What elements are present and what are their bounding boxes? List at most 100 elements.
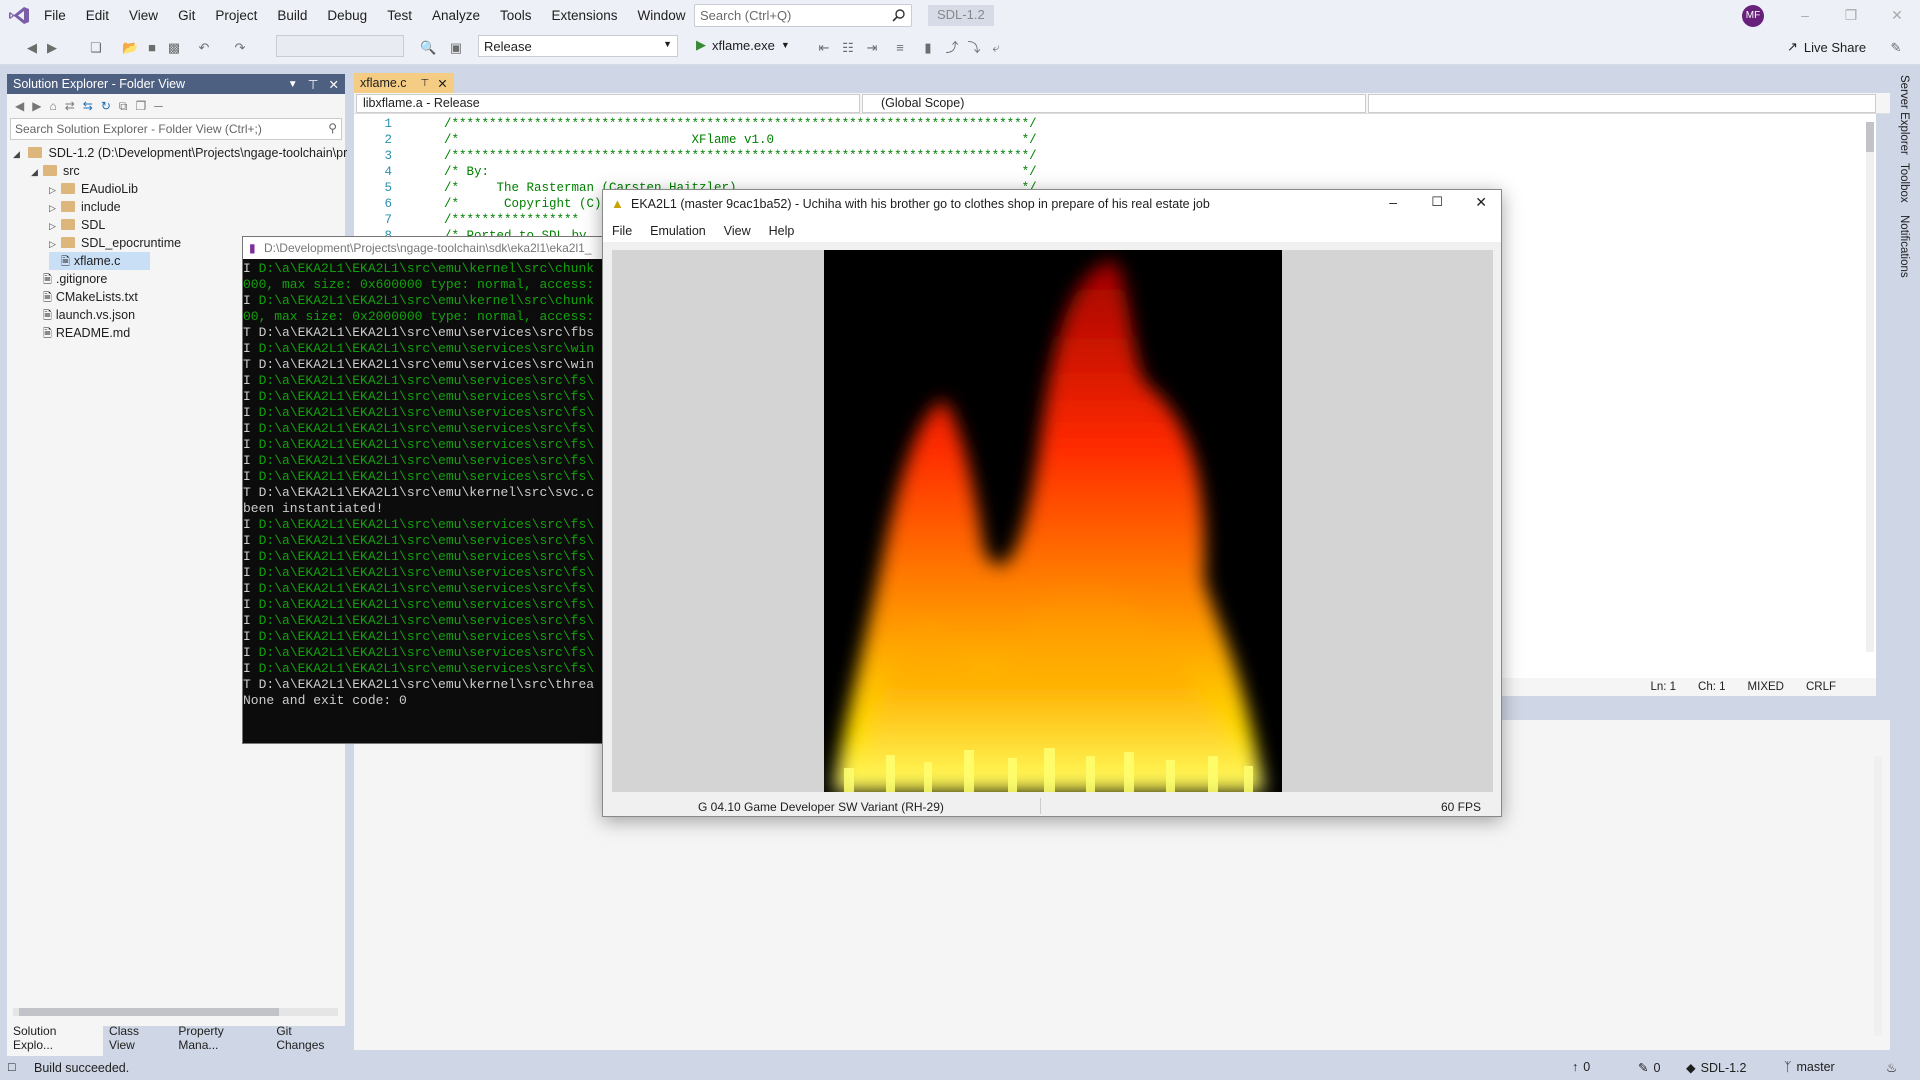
step-icon[interactable]: ⇤ (816, 40, 832, 56)
bookmark-clear-icon[interactable]: ⤶ (988, 40, 1004, 56)
member-dropdown[interactable] (1368, 94, 1876, 113)
undo-icon[interactable]: ↶ (196, 40, 212, 56)
minimize-icon[interactable]: – (1782, 0, 1828, 31)
menu-item-edit[interactable]: Edit (76, 0, 119, 31)
solution-tab[interactable]: Solution Explo... (7, 1020, 104, 1056)
new-project-icon[interactable]: ❏ (88, 40, 104, 56)
console-line: None and exit code: 0 (243, 693, 407, 709)
horizontal-scrollbar[interactable] (13, 1008, 338, 1016)
menu-item-tools[interactable]: Tools (490, 0, 542, 31)
indent-icon[interactable]: ⇥ (864, 40, 880, 56)
menu-item-project[interactable]: Project (205, 0, 267, 31)
tree-item[interactable]: ◢ src (31, 162, 80, 180)
line-ending[interactable]: CRLF (1806, 681, 1836, 693)
screenshot-icon[interactable]: ▣ (448, 40, 464, 56)
find-in-files-icon[interactable]: 🔍 (420, 40, 436, 56)
menu-item-analyze[interactable]: Analyze (422, 0, 490, 31)
unpushed-commits[interactable]: ↑ 0 (1572, 1060, 1590, 1074)
feedback-icon[interactable]: ✎ (1888, 40, 1904, 56)
properties-icon[interactable]: ─ (154, 99, 163, 113)
output-icon[interactable]: □ (8, 1060, 16, 1074)
tree-item[interactable]: 🗎 CMakeLists.txt (31, 288, 138, 306)
tree-item[interactable]: ▷ include (49, 198, 121, 216)
branch-selector[interactable]: ᛉ master (1784, 1060, 1835, 1074)
project-scope-dropdown[interactable]: libxflame.a - Release (356, 94, 860, 113)
close-icon[interactable]: ✕ (1874, 0, 1920, 31)
tree-item[interactable]: ▷ EAudioLib (49, 180, 138, 198)
menu-item-git[interactable]: Git (168, 0, 205, 31)
pin-icon[interactable]: ⊤ (308, 77, 319, 92)
maximize-icon[interactable]: ☐ (1431, 194, 1443, 210)
bookmark-icon[interactable]: ▮ (920, 40, 936, 56)
switch-views-icon[interactable]: ⇄ (65, 99, 75, 113)
close-icon[interactable]: ✕ (329, 77, 339, 92)
scope-dropdown[interactable]: (Global Scope) (862, 94, 1366, 113)
comment-icon[interactable]: ≡ (892, 40, 908, 56)
tree-item[interactable]: 🗎 xflame.c (49, 252, 151, 270)
solution-config-dropdown[interactable] (276, 35, 404, 57)
minimize-icon[interactable]: – (1389, 194, 1397, 210)
menu-item-build[interactable]: Build (267, 0, 317, 31)
refresh-icon[interactable]: ↻ (101, 99, 111, 113)
menu-item-file[interactable]: File (34, 0, 76, 31)
tree-item[interactable]: ▷ SDL_epocruntime (49, 234, 181, 252)
tree-item[interactable]: ▷ SDL (49, 216, 105, 234)
bookmark-prev-icon[interactable]: ⤴ (944, 40, 960, 56)
emulator-menu-view[interactable]: View (715, 220, 760, 242)
avatar[interactable]: MF (1742, 5, 1764, 27)
run-button[interactable]: ▶ xflame.exe ▼ (696, 37, 790, 53)
back-icon[interactable]: ◀ (15, 99, 24, 113)
home-icon[interactable]: ⌂ (49, 99, 56, 113)
emulator-menu-help[interactable]: Help (760, 220, 804, 242)
repository-selector[interactable]: ◆ SDL-1.2 (1686, 1060, 1746, 1076)
emulator-menu-file[interactable]: File (603, 220, 641, 242)
code-line: /***************************************… (444, 117, 1037, 131)
menu-item-window[interactable]: Window (628, 0, 696, 31)
diagnostics-icon[interactable]: ☷ (840, 40, 856, 56)
server-explorer-tab[interactable]: Server Explorer (1898, 75, 1910, 155)
vertical-scrollbar[interactable] (1866, 122, 1874, 652)
output-scrollbar[interactable] (1874, 756, 1882, 1036)
search-input[interactable]: Search (Ctrl+Q) (694, 4, 912, 27)
back-icon[interactable]: ◀ (24, 40, 40, 56)
solution-tab[interactable]: Property Mana... (172, 1020, 270, 1056)
menu-item-extensions[interactable]: Extensions (542, 0, 628, 31)
notifications-tab[interactable]: Notifications (1898, 215, 1910, 278)
save-icon[interactable]: ■ (144, 40, 160, 56)
bookmark-next-icon[interactable]: ⤵ (966, 40, 982, 56)
solution-tab[interactable]: Class View (103, 1020, 172, 1056)
tab-xflame[interactable]: xflame.c ⊤ ✕ (354, 73, 454, 93)
tree-root[interactable]: ◢ SDL-1.2 (D:\Development\Projects\ngage… (13, 144, 347, 162)
tree-item[interactable]: 🗎 README.md (31, 324, 130, 342)
emulator-screen[interactable] (612, 250, 1493, 792)
emulator-menu-emulation[interactable]: Emulation (641, 220, 715, 242)
restore-icon[interactable]: ❐ (1828, 0, 1874, 31)
sync-icon[interactable]: ⇆ (83, 99, 93, 113)
forward-icon[interactable]: ▶ (44, 40, 60, 56)
chevron-down-icon[interactable]: ▼ (288, 79, 298, 90)
solution-tab[interactable]: Git Changes (270, 1020, 347, 1056)
tree-item[interactable]: 🗎 launch.vs.json (31, 306, 135, 324)
show-all-files-icon[interactable]: ❐ (135, 99, 146, 113)
toolbox-tab[interactable]: Toolbox (1898, 163, 1910, 203)
forward-icon[interactable]: ▶ (32, 99, 41, 113)
save-all-icon[interactable]: ▩ (166, 40, 182, 56)
menu-item-test[interactable]: Test (377, 0, 422, 31)
close-icon[interactable]: ✕ (1475, 194, 1487, 211)
redo-icon[interactable]: ↷ (232, 40, 248, 56)
console-title-bar[interactable]: ▮ D:\Development\Projects\ngage-toolchai… (243, 237, 611, 259)
notification-bell-icon[interactable]: ♨ (1886, 1060, 1897, 1075)
pending-changes[interactable]: ✎ 0 (1638, 1060, 1660, 1076)
solution-search-input[interactable]: Search Solution Explorer - Folder View (… (10, 118, 342, 140)
menu-item-debug[interactable]: Debug (317, 0, 377, 31)
live-share-button[interactable]: ↗ Live Share (1787, 39, 1866, 55)
emulator-title-bar[interactable]: ▲ EKA2L1 (master 9cac1ba52) - Uchiha wit… (603, 190, 1501, 220)
close-icon[interactable]: ✕ (437, 76, 447, 91)
collapse-all-icon[interactable]: ⧉ (119, 99, 128, 114)
pin-icon[interactable]: ⊤ (421, 78, 430, 89)
menu-item-view[interactable]: View (119, 0, 168, 31)
configuration-dropdown[interactable]: Release ▼ (478, 35, 678, 57)
open-folder-icon[interactable]: 📂 (122, 40, 138, 56)
tree-item[interactable]: 🗎 .gitignore (31, 270, 107, 288)
indent-mode[interactable]: MIXED (1748, 681, 1784, 693)
